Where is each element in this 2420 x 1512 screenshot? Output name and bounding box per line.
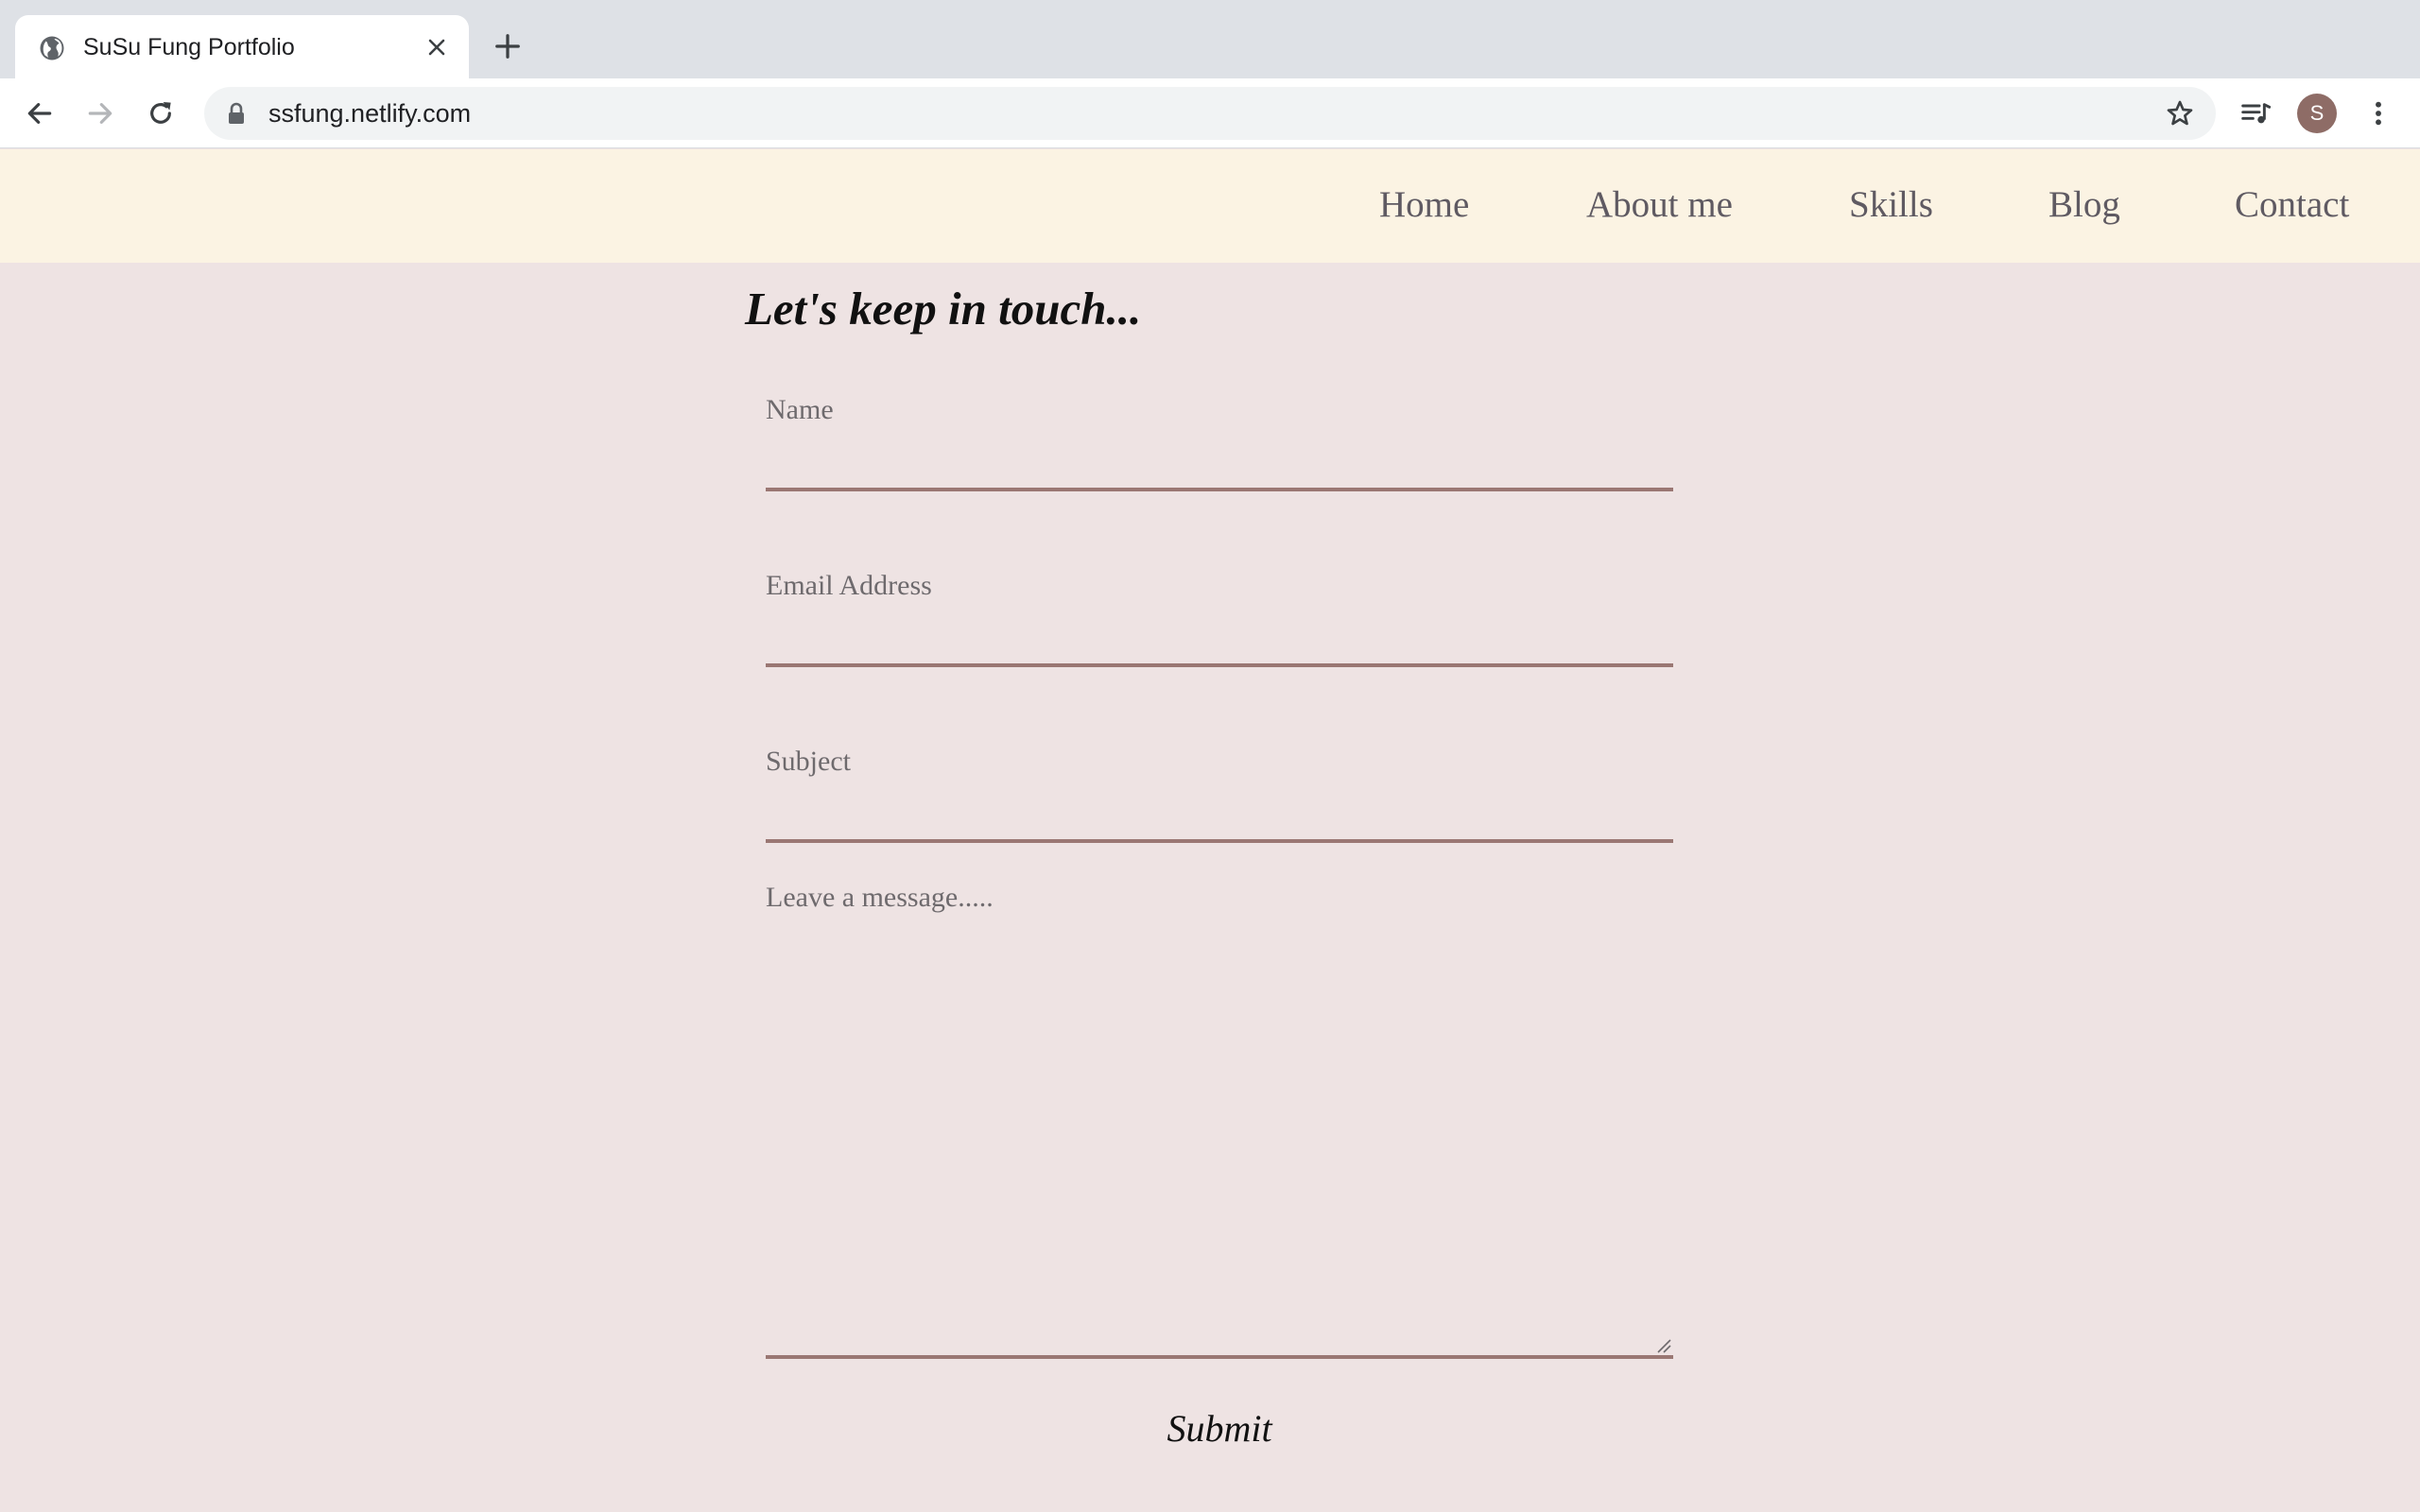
forward-icon[interactable]	[85, 98, 115, 129]
nav-link-contact[interactable]: Contact	[2235, 181, 2349, 229]
close-icon[interactable]	[425, 36, 448, 59]
address-bar[interactable]: ssfung.netlify.com	[204, 87, 2216, 140]
name-label: Name	[766, 394, 834, 425]
browser-toolbar: ssfung.netlify.com S	[0, 78, 2420, 148]
media-controls-icon[interactable]	[2240, 98, 2271, 129]
page-title: Let's keep in touch...	[745, 283, 1142, 335]
submit-button[interactable]: Submit	[1134, 1402, 1305, 1455]
site-navbar: Home About me Skills Blog Contact	[0, 149, 2420, 263]
lock-icon[interactable]	[227, 102, 246, 125]
menu-kebab-icon[interactable]	[2363, 98, 2394, 129]
nav-link-about-me[interactable]: About me	[1586, 181, 1733, 229]
browser-tabstrip: SuSu Fung Portfolio	[0, 0, 2420, 78]
tab-title: SuSu Fung Portfolio	[83, 34, 295, 60]
email-label: Email Address	[766, 570, 932, 601]
nav-link-blog[interactable]: Blog	[2048, 181, 2120, 229]
message-field[interactable]	[766, 879, 1673, 1359]
back-icon[interactable]	[25, 98, 55, 129]
new-tab-icon[interactable]	[493, 32, 522, 60]
bookmark-star-icon[interactable]	[2165, 98, 2195, 129]
nav-link-home[interactable]: Home	[1379, 181, 1469, 229]
profile-avatar[interactable]: S	[2297, 94, 2337, 133]
subject-field[interactable]	[766, 796, 1673, 843]
email-field[interactable]	[766, 620, 1673, 667]
resize-grip-icon[interactable]	[1654, 1336, 1671, 1353]
browser-tab[interactable]: SuSu Fung Portfolio	[15, 15, 469, 78]
url-text[interactable]: ssfung.netlify.com	[268, 96, 471, 130]
globe-icon	[40, 36, 64, 60]
subject-label: Subject	[766, 746, 851, 777]
reload-icon[interactable]	[146, 98, 176, 129]
name-field[interactable]	[766, 444, 1673, 491]
nav-link-skills[interactable]: Skills	[1849, 181, 1933, 229]
